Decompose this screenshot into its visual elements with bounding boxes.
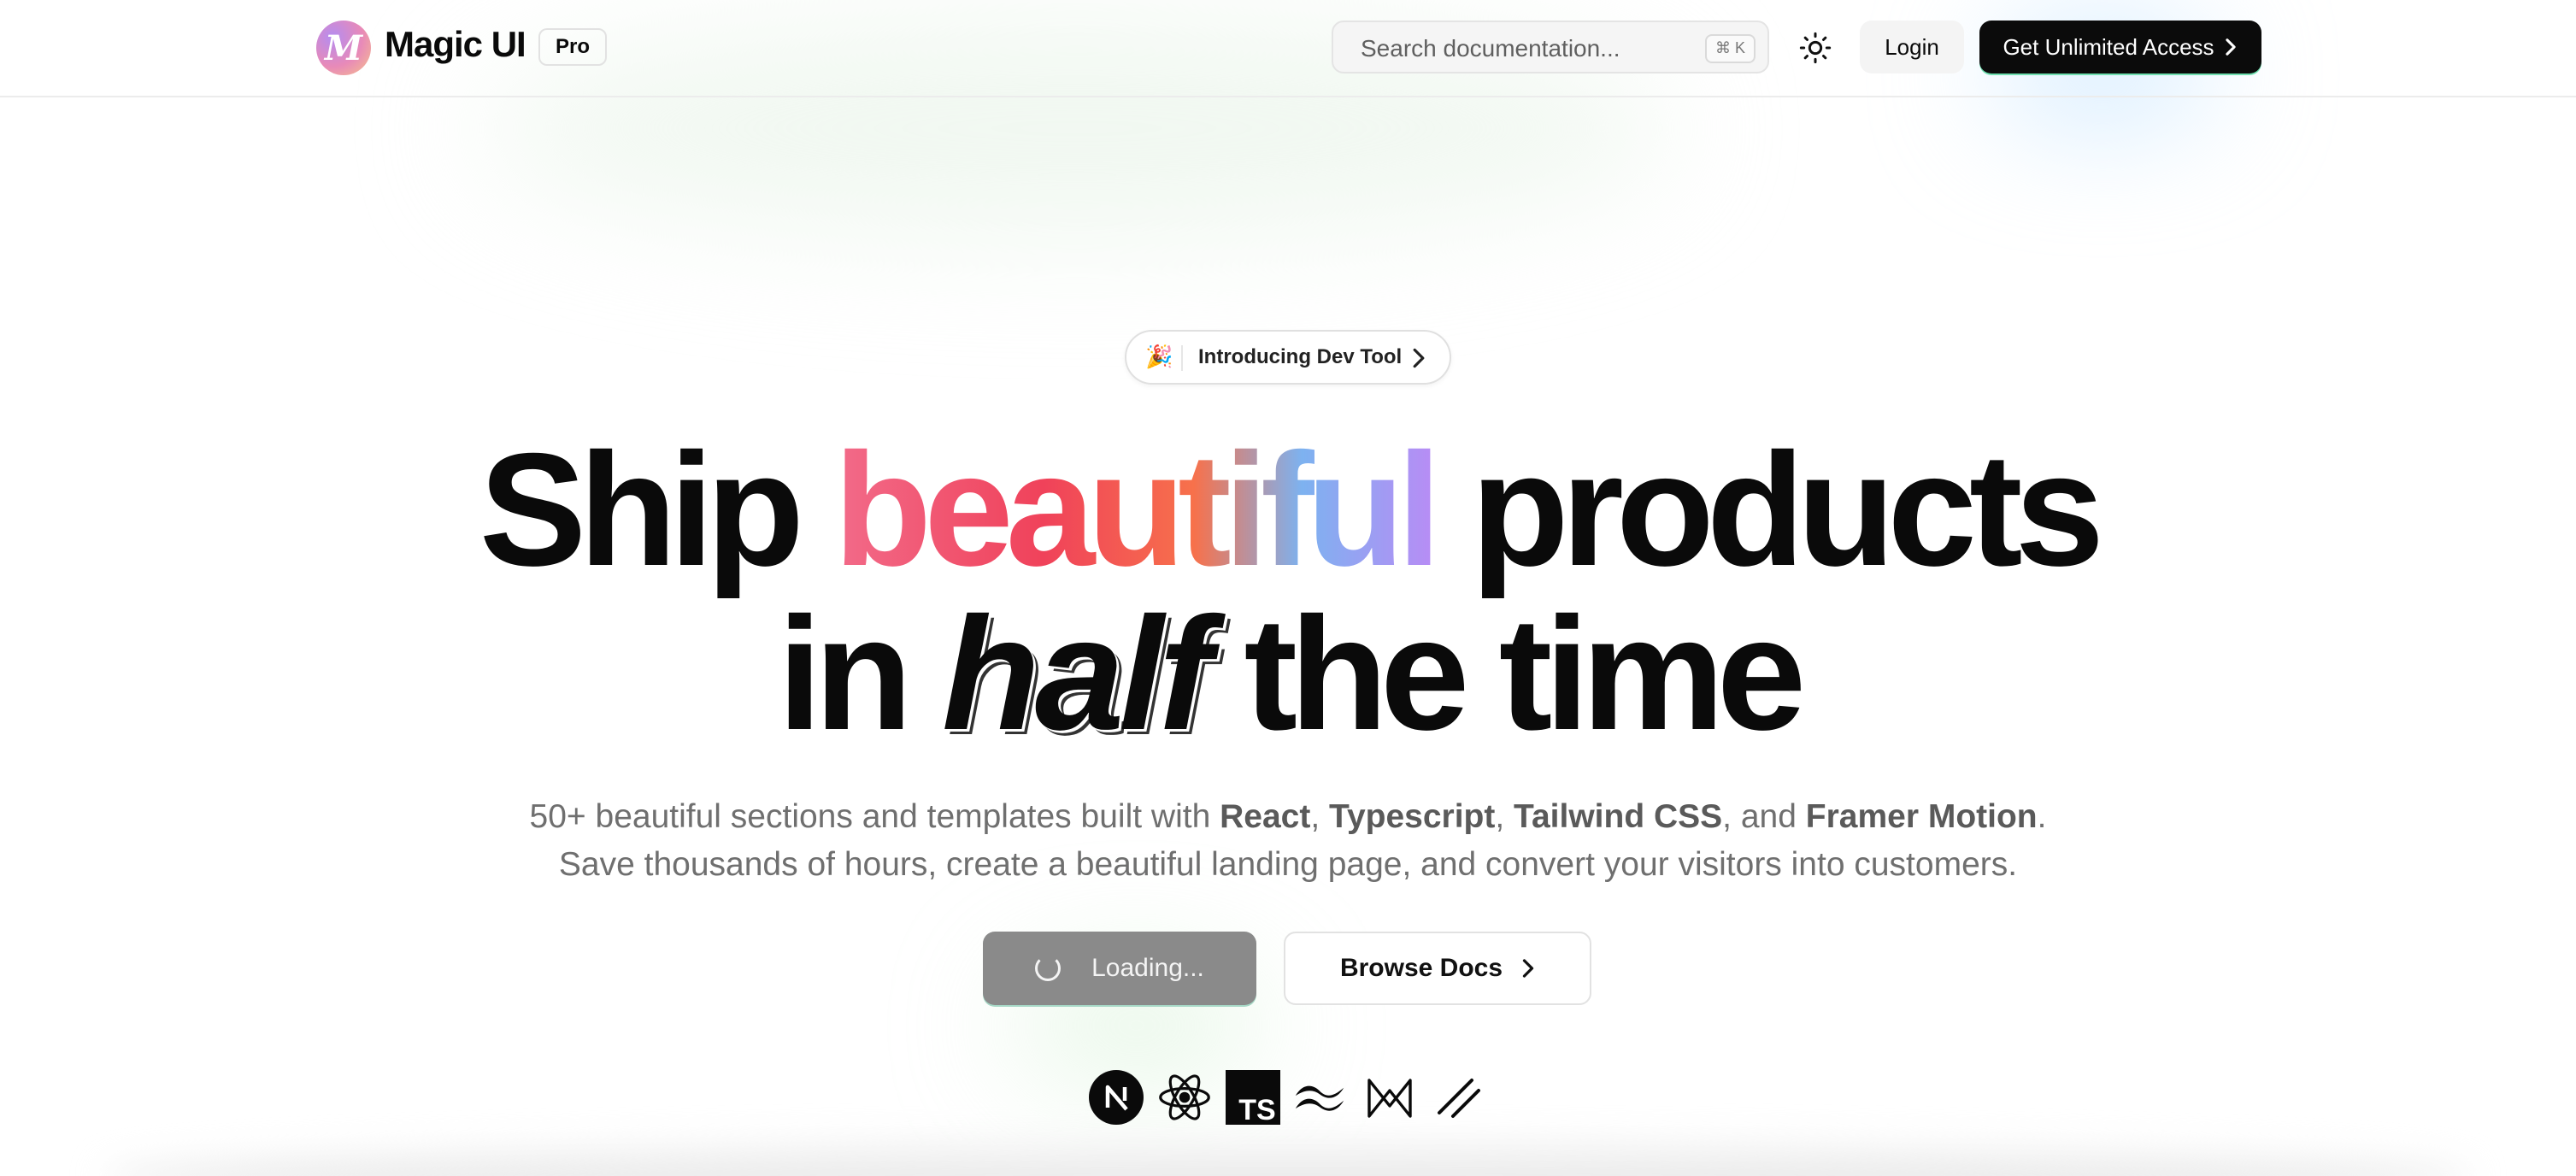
tech-name: Typescript <box>1329 798 1496 835</box>
spinner-icon <box>1035 956 1062 981</box>
chevron-right-icon <box>1413 348 1425 368</box>
pro-badge: Pro <box>538 28 607 66</box>
svg-text:TS: TS <box>1238 1094 1275 1125</box>
hero-subtitle-line-1: 50+ beautiful sections and templates bui… <box>529 798 2047 835</box>
nextjs-icon <box>1089 1070 1144 1125</box>
browse-docs-button[interactable]: Browse Docs <box>1284 932 1591 1005</box>
subtitle-text: , and <box>1722 798 1797 835</box>
logo-letter: M <box>324 27 363 68</box>
search-shortcut: ⌘ K <box>1704 34 1756 63</box>
framer-motion-icon <box>1362 1070 1417 1125</box>
typescript-icon: TS <box>1226 1070 1280 1125</box>
sun-icon <box>1799 32 1832 64</box>
headline-word: Ship <box>479 420 804 599</box>
tech-name: Tailwind CSS <box>1514 798 1723 835</box>
get-unlimited-access-button[interactable]: Get Unlimited Access <box>1979 21 2261 74</box>
party-popper-icon: 🎉 <box>1145 344 1173 369</box>
loading-button[interactable]: Loading... <box>983 932 1256 1005</box>
pill-divider <box>1181 345 1183 371</box>
logo-icon[interactable]: M <box>316 21 371 75</box>
subtitle-text: 50+ beautiful sections and templates bui… <box>529 798 1211 835</box>
announcement-pill[interactable]: 🎉 Introducing Dev Tool <box>1125 330 1451 385</box>
search-placeholder: Search documentation... <box>1361 35 1620 62</box>
chevron-right-icon <box>1522 959 1534 978</box>
react-icon <box>1157 1070 1212 1125</box>
tech-name: React <box>1220 798 1311 835</box>
search-input[interactable]: Search documentation... ⌘ K <box>1332 21 1769 74</box>
site-header: M Magic UI Pro Search documentation... ⌘… <box>0 0 2576 97</box>
headline-word: products <box>1470 420 2104 599</box>
brand-name[interactable]: Magic UI <box>385 24 526 65</box>
landing-page: M Magic UI Pro Search documentation... ⌘… <box>0 0 2576 1176</box>
headline-emphasis: half <box>942 584 1212 763</box>
headline-word: in <box>777 584 913 763</box>
theme-toggle-button[interactable] <box>1793 26 1838 70</box>
chevron-right-icon <box>2225 38 2236 56</box>
shadcn-icon <box>1431 1070 1485 1125</box>
announcement-label: Introducing Dev Tool <box>1198 345 1403 368</box>
tailwind-icon <box>1292 1070 1347 1125</box>
hero-headline-line-1: Ship beautiful products <box>0 429 2576 590</box>
cta-label: Get Unlimited Access <box>2003 33 2214 60</box>
login-button[interactable]: Login <box>1860 21 1964 74</box>
headline-word: the time <box>1244 584 1806 763</box>
headline-highlight: beautiful <box>833 420 1441 599</box>
login-label: Login <box>1885 33 1939 60</box>
tech-name: Framer Motion <box>1805 798 2038 835</box>
hero-headline-line-2: in half the time <box>0 593 2576 754</box>
browse-docs-label: Browse Docs <box>1339 954 1503 982</box>
loading-label: Loading... <box>1091 954 1204 982</box>
hero-subtitle-line-2: Save thousands of hours, create a beauti… <box>558 846 2018 883</box>
bottom-fade <box>103 1142 2473 1176</box>
